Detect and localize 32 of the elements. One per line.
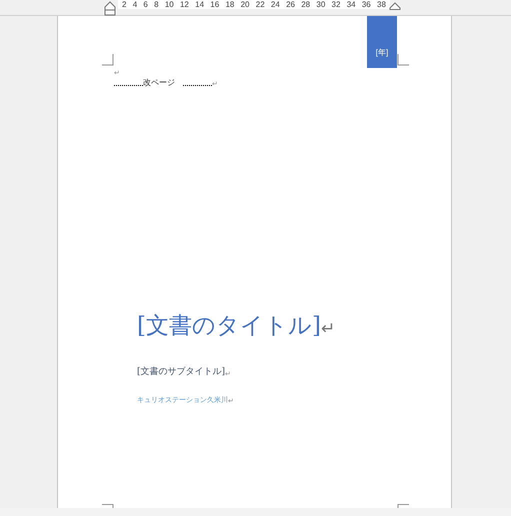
crop-mark-icon — [102, 504, 114, 508]
ruler-number: 32 — [332, 0, 340, 9]
crop-mark-icon — [102, 54, 114, 66]
ruler-number: 14 — [195, 0, 204, 9]
ruler-number: 4 — [132, 0, 138, 9]
document-subtitle: [文書のサブタイトル] — [137, 366, 226, 378]
ruler-number: 30 — [316, 0, 326, 9]
ruler-number: 2 — [122, 0, 126, 9]
ruler-number: 38 — [377, 0, 386, 9]
ruler-number: 12 — [180, 0, 189, 9]
ruler-number: 10 — [164, 0, 174, 9]
ruler-number: 16 — [210, 0, 220, 9]
ruler-number: 26 — [286, 0, 295, 9]
indent-marker-icon[interactable] — [389, 2, 401, 10]
document-title: [文書のタイトル] — [137, 312, 321, 341]
ruler-number: 34 — [346, 0, 356, 9]
ruler-number: 18 — [225, 0, 234, 9]
page-break-label: 改ページ — [143, 78, 175, 88]
paragraph-mark: ↵ — [320, 318, 336, 341]
ruler-number: 22 — [256, 0, 265, 9]
ruler-number: 6 — [143, 0, 148, 9]
indent-marker-icon[interactable] — [104, 1, 116, 16]
dotted-line — [183, 85, 212, 86]
year-text: [年] — [376, 47, 388, 58]
ruler-number: 24 — [270, 0, 280, 9]
ruler-number: 36 — [362, 0, 371, 9]
ruler-number: 28 — [301, 0, 310, 9]
crop-mark-icon — [397, 504, 409, 508]
ruler-number: 8 — [154, 0, 159, 9]
crop-mark-icon — [397, 54, 409, 66]
ruler-number: 20 — [240, 0, 250, 9]
dotted-line — [114, 85, 143, 86]
